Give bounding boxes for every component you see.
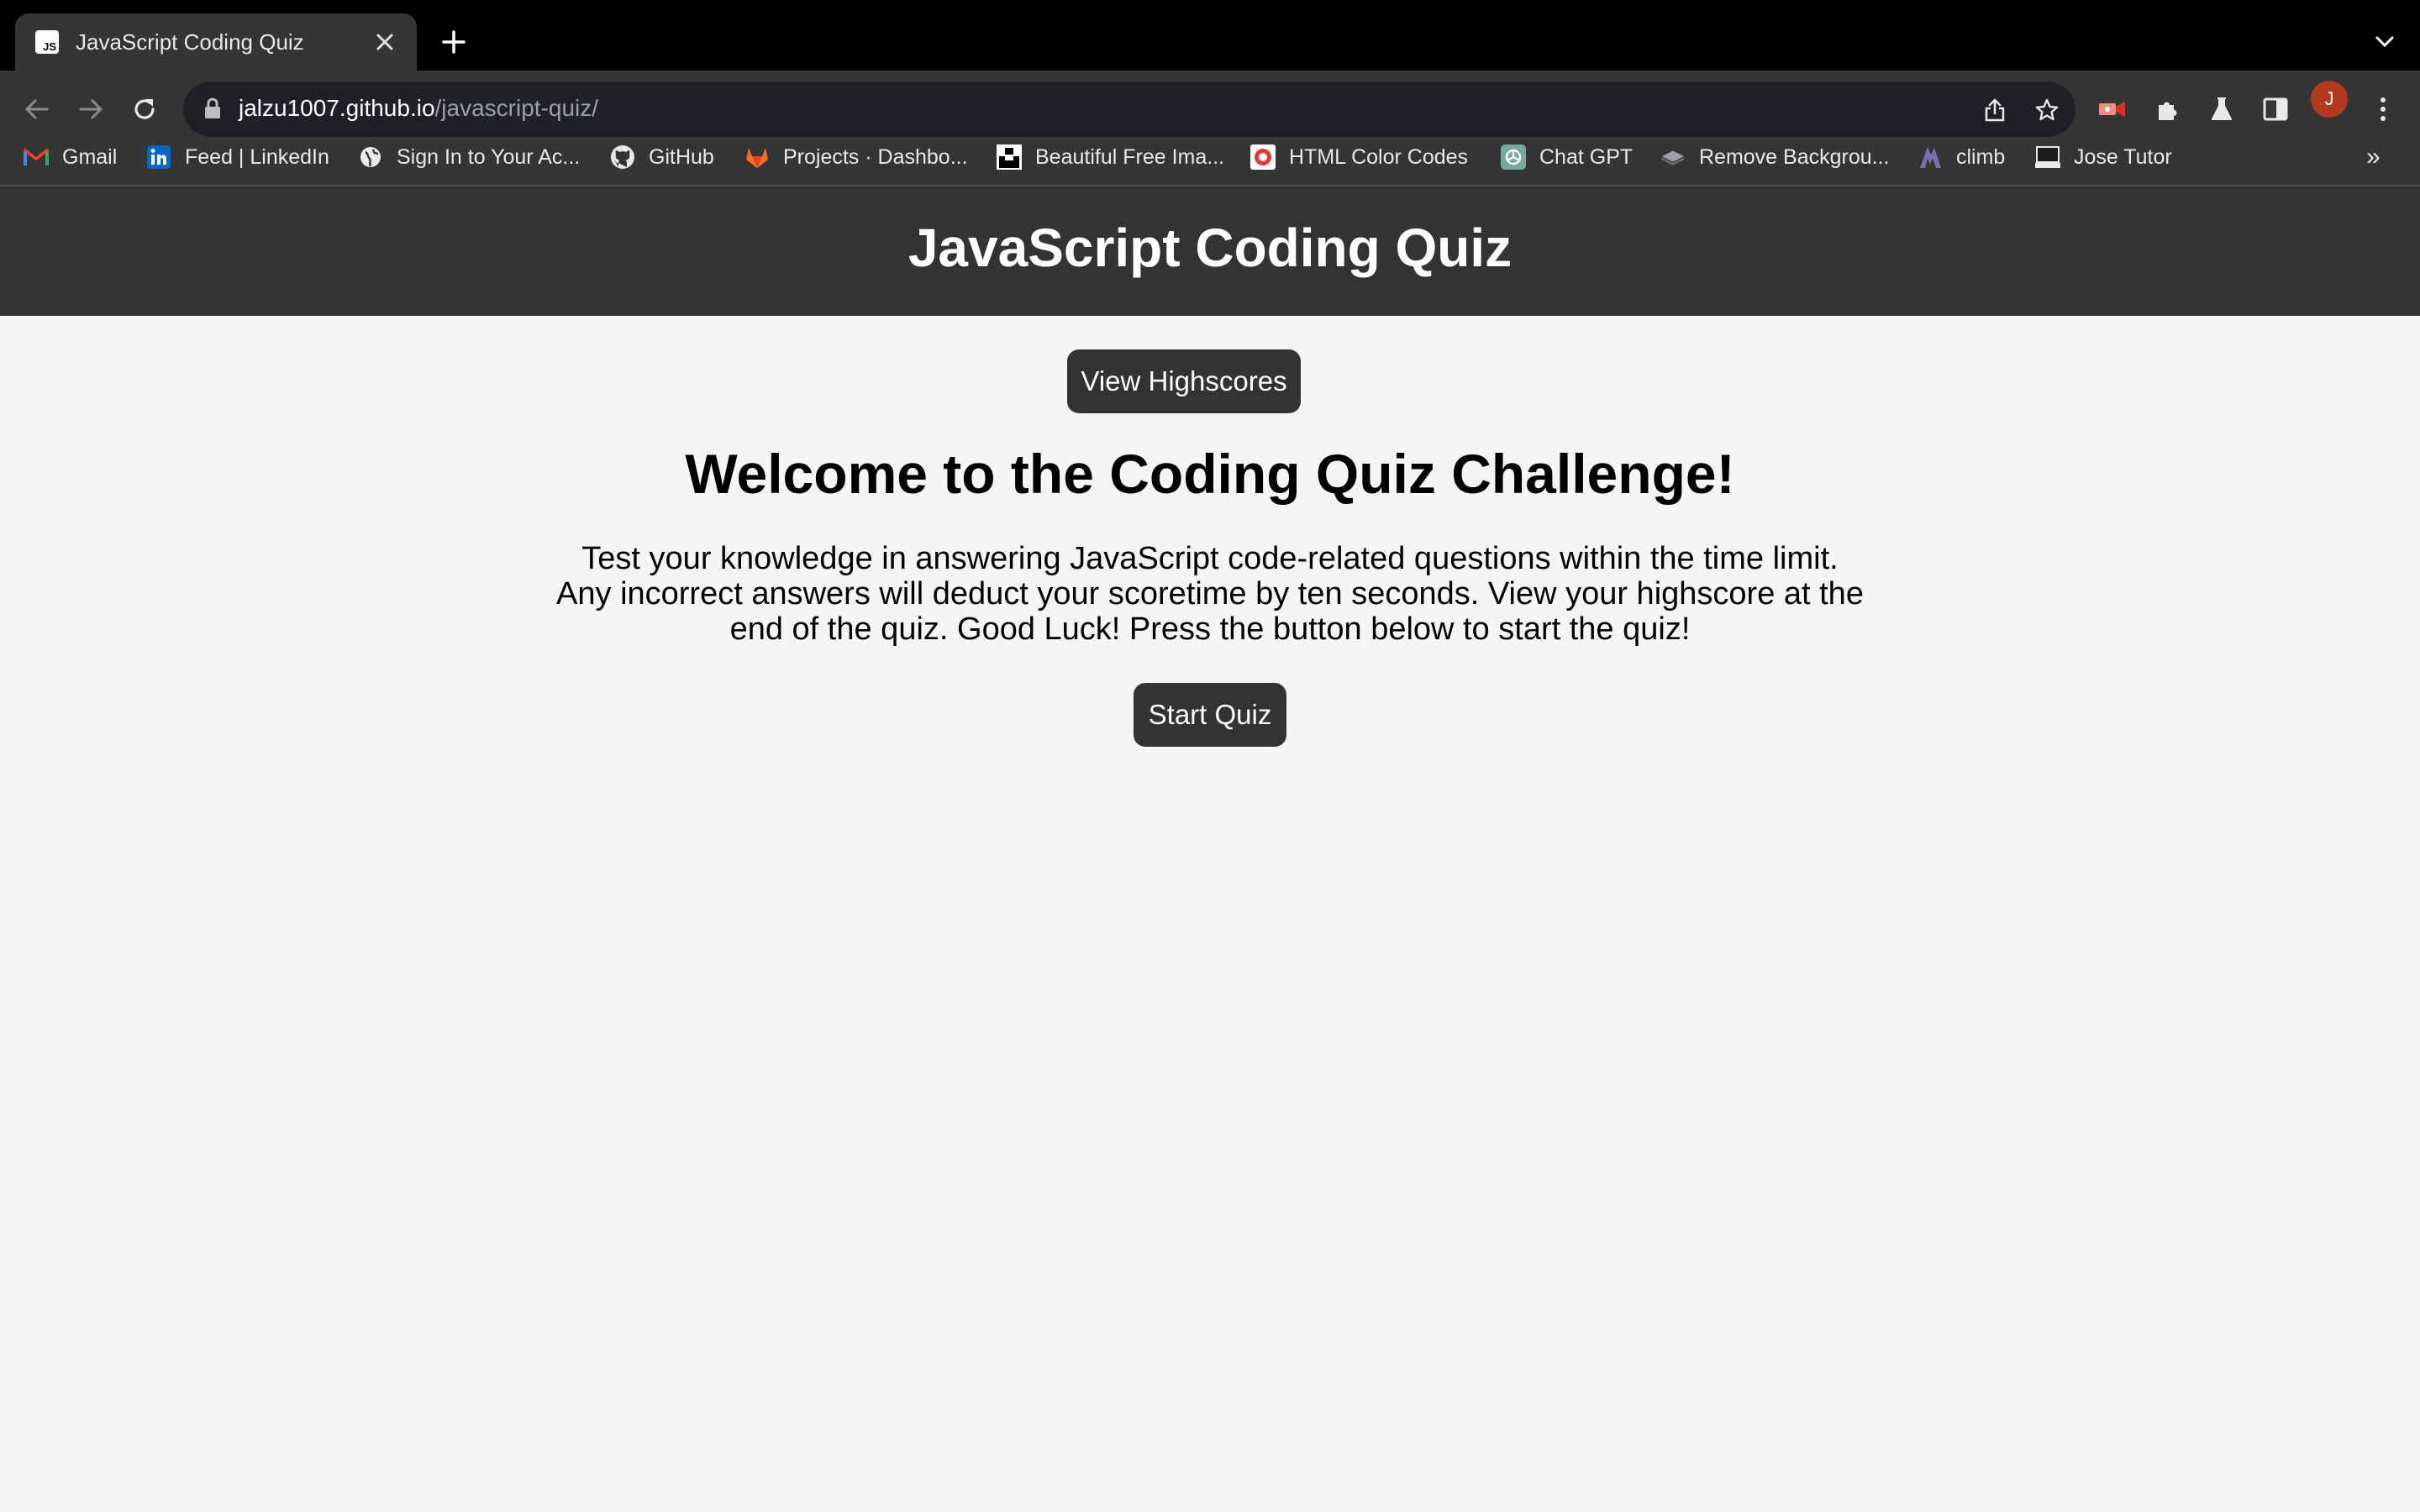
new-tab-icon[interactable]: [434, 22, 474, 62]
back-arrow-icon[interactable]: [13, 86, 60, 133]
bookmark-label: Remove Backgrou...: [1699, 144, 1890, 169]
bookmark-label: Chat GPT: [1539, 144, 1634, 169]
color-codes-icon: [1250, 144, 1276, 170]
bookmark-jose-tutor[interactable]: Jose Tutor: [2035, 141, 2172, 173]
bookmark-label: Beautiful Free Ima...: [1035, 144, 1225, 169]
view-highscores-button[interactable]: View Highscores: [1067, 349, 1301, 413]
kebab-menu-icon[interactable]: [2360, 86, 2407, 133]
page-header: JavaScript Coding Quiz: [0, 186, 2420, 316]
side-panel-icon[interactable]: [2252, 86, 2299, 133]
url-text[interactable]: jalzu1007.github.io/javascript-quiz/: [239, 95, 598, 122]
lock-icon[interactable]: [203, 97, 222, 124]
linkedin-icon: [146, 144, 171, 170]
gitlab-icon: [744, 144, 770, 170]
chatgpt-icon: [1501, 144, 1526, 170]
bookmark-climb[interactable]: climb: [1918, 141, 2005, 173]
bookmark-label: GitHub: [649, 144, 714, 169]
tab-favicon-icon: JS: [35, 30, 59, 54]
bookmark-label: Feed | LinkedIn: [185, 144, 329, 169]
globe-icon: [358, 144, 383, 170]
bookmark-unsplash[interactable]: Beautiful Free Ima...: [997, 141, 1224, 173]
bookmark-label: HTML Color Codes: [1289, 144, 1469, 169]
start-quiz-button[interactable]: Start Quiz: [1134, 683, 1286, 747]
share-icon[interactable]: [1978, 93, 2012, 127]
bookmark-linkedin[interactable]: Feed | LinkedIn: [146, 141, 329, 173]
bookmark-label: climb: [1956, 144, 2006, 169]
bookmark-label: Jose Tutor: [2074, 144, 2172, 169]
remove-bg-icon: [1660, 144, 1686, 170]
url-path: /javascript-quiz/: [434, 95, 599, 121]
forward-arrow-icon[interactable]: [67, 86, 114, 133]
github-icon: [610, 144, 635, 170]
bookmark-star-icon[interactable]: [2030, 93, 2064, 127]
bookmark-label: Gmail: [62, 144, 118, 169]
browser-tab-active[interactable]: JS JavaScript Coding Quiz: [15, 13, 417, 71]
climb-icon: [1918, 144, 1943, 170]
address-bar[interactable]: jalzu1007.github.io/javascript-quiz/: [183, 81, 2075, 137]
bookmark-sign-in[interactable]: Sign In to Your Ac...: [358, 141, 580, 173]
bookmark-remove-background[interactable]: Remove Backgrou...: [1660, 141, 1890, 173]
extensions-icon[interactable]: [2144, 86, 2191, 133]
bookmarks-overflow-icon[interactable]: »: [2366, 143, 2381, 171]
page-title: JavaScript Coding Quiz: [908, 218, 1512, 278]
gmail-icon: [24, 144, 49, 170]
bookmark-label: Sign In to Your Ac...: [397, 144, 581, 169]
bookmark-gmail[interactable]: Gmail: [24, 141, 117, 173]
bookmark-chat-gpt[interactable]: Chat GPT: [1501, 141, 1633, 173]
welcome-heading: Welcome to the Coding Quiz Challenge!: [685, 443, 1735, 505]
intro-text: Test your knowledge in answering JavaScr…: [556, 541, 1864, 647]
unsplash-icon: [997, 144, 1022, 170]
browser-tab-strip: JS JavaScript Coding Quiz: [0, 0, 2420, 71]
profile-avatar[interactable]: J: [2311, 81, 2348, 118]
reload-icon[interactable]: [121, 86, 168, 133]
url-host: jalzu1007.github.io: [239, 95, 435, 121]
tab-title: JavaScript Coding Quiz: [76, 29, 304, 55]
close-tab-icon[interactable]: [368, 25, 402, 59]
bookmark-html-color-codes[interactable]: HTML Color Codes: [1250, 141, 1468, 173]
screen-recorder-icon[interactable]: [2089, 86, 2136, 133]
bookmark-github[interactable]: GitHub: [610, 141, 714, 173]
bookmark-label: Projects · Dashbo...: [783, 144, 968, 169]
bookmarks-bar: Gmail Feed | LinkedIn Sign In to Your Ac…: [0, 136, 2420, 178]
labs-flask-icon[interactable]: [2198, 86, 2245, 133]
bookmark-gitlab[interactable]: Projects · Dashbo...: [744, 141, 968, 173]
chevron-down-icon[interactable]: [2368, 25, 2402, 59]
tutor-icon: [2035, 144, 2060, 170]
